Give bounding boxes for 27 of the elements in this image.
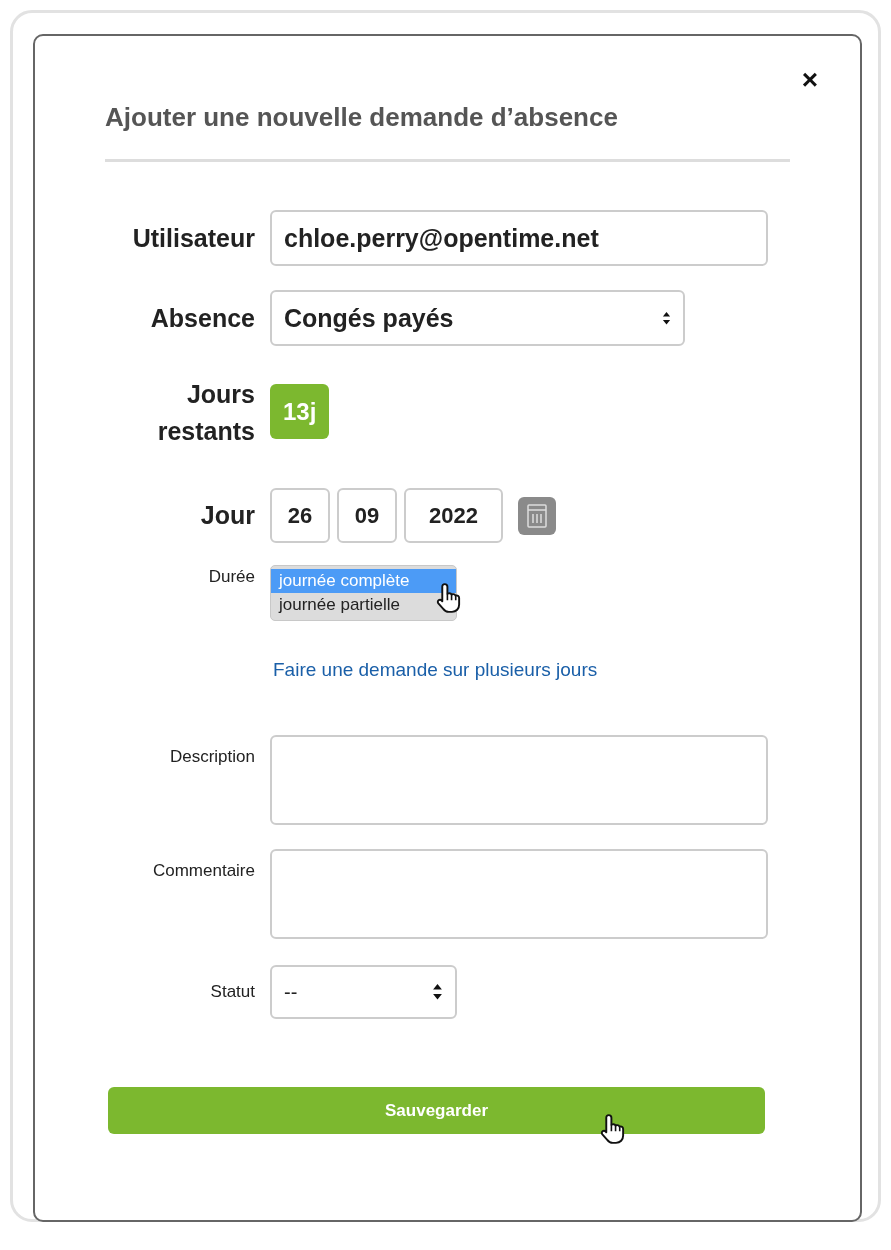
absence-select[interactable]: Congés payés [270, 290, 685, 346]
hand-cursor-icon [599, 1113, 627, 1145]
select-arrows-icon [432, 983, 443, 1001]
date-field[interactable]: 26 [270, 488, 330, 543]
comment-field[interactable] [270, 849, 768, 939]
field-label: Description [168, 747, 255, 767]
field-label: Utilisateur [131, 223, 255, 253]
hand-cursor-icon [435, 582, 463, 614]
calendar-icon[interactable] [518, 496, 556, 535]
field-label: Statut [209, 982, 255, 1002]
status-select[interactable]: -- [270, 965, 457, 1019]
field-label: Jour [199, 501, 255, 530]
field-label: Commentaire [151, 861, 255, 881]
email-field[interactable]: chloe.perry@opentime.net [270, 210, 768, 266]
days-badge: 13j [270, 384, 330, 439]
dialog-title: Ajouter une nouvelle demande d’absence [105, 36, 790, 162]
multi-day-link[interactable]: Faire une demande sur plusieurs jours [273, 659, 598, 681]
description-field[interactable] [270, 735, 768, 825]
field-label: Absence [149, 303, 255, 333]
field-label: Jours restants [156, 379, 255, 447]
field-label: Durée [207, 567, 255, 587]
select-value: -- [284, 980, 298, 1004]
date-field[interactable]: 2022 [404, 488, 503, 543]
select-value: Congés payés [284, 303, 454, 333]
date-field[interactable]: 09 [337, 488, 397, 543]
select-arrows-icon [662, 310, 671, 326]
close-button[interactable]: × [801, 66, 818, 94]
